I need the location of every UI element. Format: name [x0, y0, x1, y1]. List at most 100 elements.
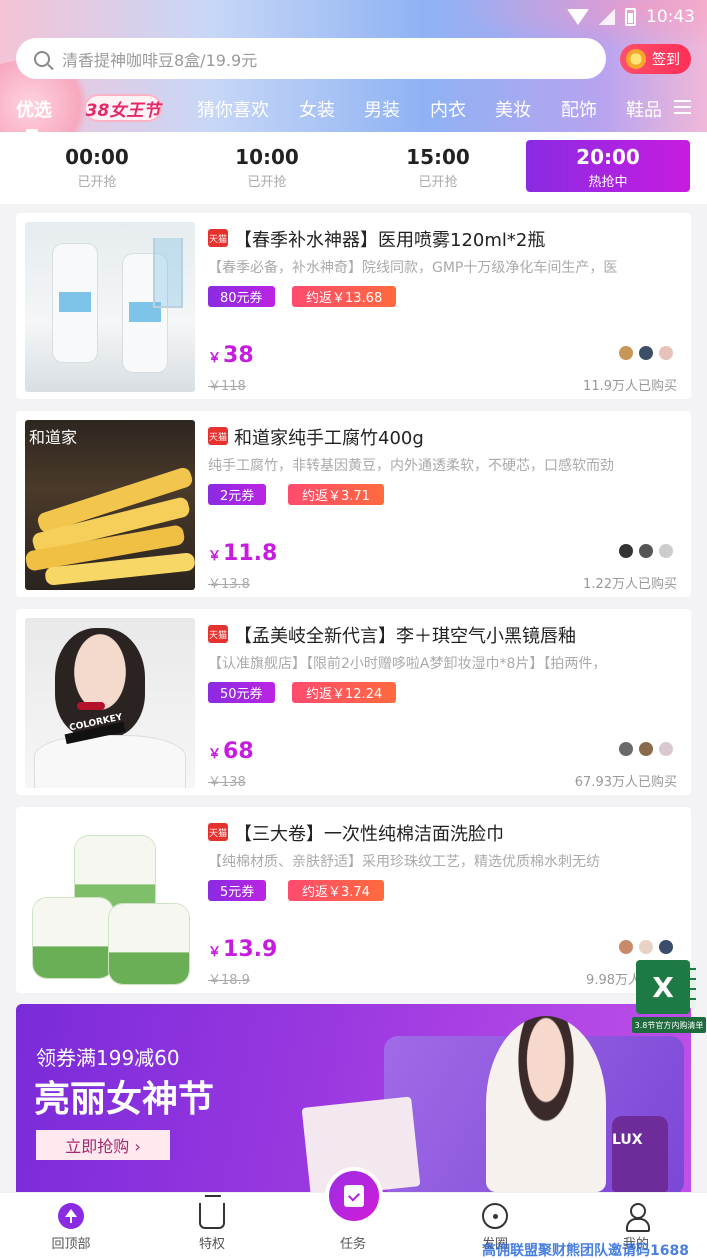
floating-excel-widget[interactable]: X 3.8节官方内购清单 — [632, 960, 706, 1033]
tab-accessories[interactable]: 配饰 — [561, 96, 597, 122]
slot-status: 已开抢 — [77, 175, 117, 190]
nav-label: 回顶部 — [51, 1237, 91, 1252]
avatar — [639, 544, 653, 558]
slot-time: 00:00 — [65, 145, 129, 169]
product-image — [25, 816, 195, 986]
product-card[interactable]: 和道家 天猫 和道家纯手工腐竹400g 纯手工腐竹，非转基因黄豆，内外通透柔软，… — [16, 411, 691, 597]
slot-time: 20:00 — [576, 145, 640, 169]
time-slot-active[interactable]: 20:00 热抢中 — [526, 140, 690, 192]
coupon-badge: 80元券 — [208, 286, 275, 307]
price: ￥11.8 — [208, 541, 277, 566]
rebate-badge: 约返￥12.24 — [292, 682, 397, 703]
rebate-badge: 约返￥13.68 — [292, 286, 397, 307]
user-icon — [623, 1203, 650, 1232]
nav-label: 特权 — [198, 1237, 225, 1252]
header: 10:43 清香提神咖啡豆8盒/19.9元 签到 优选 38女王节 猜你喜欢 女… — [0, 0, 707, 132]
coin-icon — [626, 49, 646, 69]
rebate-badge: 约返￥3.74 — [288, 880, 384, 901]
nav-privileges[interactable]: 特权 — [172, 1203, 252, 1252]
category-tabs: 优选 38女王节 猜你喜欢 女装 男装 内衣 美妆 配饰 鞋品 — [0, 90, 707, 132]
rebate-badge: 约返￥3.71 — [288, 484, 384, 505]
status-time: 10:43 — [646, 7, 695, 27]
product-desc: 【纯棉材质、亲肤舒适】采用珍珠纹工艺，精选优质棉水刺无纺 — [208, 854, 600, 870]
excel-icon: X — [636, 960, 690, 1014]
product-card[interactable]: 天猫 【春季补水神器】医用喷雾120ml*2瓶 【春季必备，补水神奇】院线同款，… — [16, 213, 691, 399]
nav-back-to-top[interactable]: 回顶部 — [31, 1203, 111, 1252]
buyer-avatars — [619, 544, 673, 558]
avatar — [619, 742, 633, 756]
tmall-badge: 天猫 — [208, 427, 228, 445]
product-card[interactable]: COLORKEY 天猫 【孟美岐全新代言】李＋琪空气小黑镜唇釉 【认准旗舰店】【… — [16, 609, 691, 795]
search-bar[interactable]: 清香提神咖啡豆8盒/19.9元 — [16, 38, 606, 79]
task-icon[interactable] — [329, 1171, 379, 1221]
avatar — [659, 742, 673, 756]
buyer-avatars — [619, 742, 673, 756]
time-slot[interactable]: 00:00 已开抢 — [15, 140, 179, 192]
price-value: 68 — [223, 739, 254, 764]
avatar — [639, 346, 653, 360]
buyer-avatars — [619, 346, 673, 360]
tab-womens-wear[interactable]: 女装 — [299, 96, 335, 122]
coupon-badge: 50元券 — [208, 682, 275, 703]
tab-youxuan[interactable]: 优选 — [16, 96, 52, 132]
tmall-badge: 天猫 — [208, 823, 228, 841]
promo-banner[interactable]: LUX 领券满199减60 亮丽女神节 立即抢购 › — [16, 1004, 691, 1192]
wifi-icon — [567, 9, 589, 25]
thumb-brand-text: 和道家 — [29, 428, 78, 447]
excel-caption: 3.8节官方内购清单 — [632, 1017, 706, 1033]
currency-symbol: ￥ — [208, 945, 222, 960]
avatar — [659, 940, 673, 954]
original-price: ￥118 — [208, 379, 246, 394]
nav-tasks[interactable]: 任务 — [313, 1233, 393, 1252]
price: ￥38 — [208, 343, 254, 368]
slot-status: 已开抢 — [247, 175, 287, 190]
banner-product-image — [612, 1116, 668, 1192]
coupon-badge: 2元券 — [208, 484, 267, 505]
time-slots: 00:00 已开抢 10:00 已开抢 15:00 已开抢 20:00 热抢中 — [0, 132, 707, 204]
banner-model-image — [486, 1016, 606, 1192]
avatar — [659, 544, 673, 558]
sold-count: 11.9万人已购买 — [583, 379, 677, 394]
time-slot[interactable]: 15:00 已开抢 — [356, 140, 520, 192]
price: ￥68 — [208, 739, 254, 764]
original-price: ￥18.9 — [208, 973, 250, 988]
signal-icon — [599, 9, 615, 25]
tab-guess-you-like[interactable]: 猜你喜欢 — [197, 96, 269, 122]
avatar — [639, 940, 653, 954]
avatar — [619, 346, 633, 360]
signin-button[interactable]: 签到 — [620, 44, 691, 74]
crown-icon — [199, 1203, 225, 1229]
watermark-text: 高佣联盟聚财熊团队邀请码1688 — [482, 1243, 689, 1258]
product-desc: 【认准旗舰店】【限前2小时赠哆啦A梦卸妆湿巾*8片】【拍两件， — [208, 656, 607, 672]
product-card[interactable]: 天猫 【三大卷】一次性纯棉洁面洗脸巾 【纯棉材质、亲肤舒适】采用珍珠纹工艺，精选… — [16, 807, 691, 993]
price-value: 38 — [223, 343, 254, 368]
currency-symbol: ￥ — [208, 351, 222, 366]
banner-title: 亮丽女神节 — [34, 1079, 215, 1120]
banner-product-logo: LUX — [612, 1132, 643, 1148]
slot-status: 已开抢 — [418, 175, 458, 190]
sold-count: 1.22万人已购买 — [583, 577, 677, 592]
buy-now-button[interactable]: 立即抢购 › — [36, 1130, 170, 1160]
time-slot[interactable]: 10:00 已开抢 — [185, 140, 349, 192]
arrow-up-icon — [58, 1203, 84, 1229]
tab-beauty[interactable]: 美妆 — [495, 96, 531, 122]
product-desc: 纯手工腐竹，非转基因黄豆，内外通透柔软，不硬芯，口感软而劲 — [208, 458, 614, 474]
price-value: 11.8 — [223, 541, 278, 566]
coupon-badge: 5元券 — [208, 880, 267, 901]
menu-icon[interactable] — [674, 100, 691, 114]
original-price: ￥138 — [208, 775, 246, 790]
tmall-badge: 天猫 — [208, 625, 228, 643]
avatar — [639, 742, 653, 756]
tab-mens-wear[interactable]: 男装 — [364, 96, 400, 122]
tab-shoes[interactable]: 鞋品 — [626, 96, 662, 122]
tmall-badge: 天猫 — [208, 229, 228, 247]
search-placeholder: 清香提神咖啡豆8盒/19.9元 — [62, 50, 258, 70]
tab-38-festival[interactable]: 38女王节 — [84, 94, 162, 122]
sold-count: 67.93万人已购买 — [574, 775, 677, 790]
original-price: ￥13.8 — [208, 577, 250, 592]
currency-symbol: ￥ — [208, 549, 222, 564]
banner-subtitle: 领券满199减60 — [36, 1046, 180, 1070]
slot-time: 10:00 — [235, 145, 299, 169]
tab-underwear[interactable]: 内衣 — [430, 96, 466, 122]
signin-label: 签到 — [652, 52, 680, 68]
